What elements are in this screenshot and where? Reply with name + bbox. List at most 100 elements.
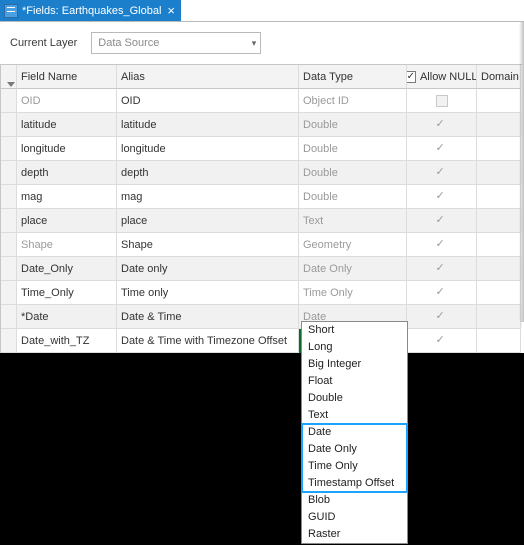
allow-null-header-checkbox[interactable]: ✓	[407, 71, 416, 83]
cell-allow-null[interactable]: ✓	[407, 161, 477, 185]
dropdown-item[interactable]: Date Only	[302, 441, 407, 458]
cell-domain[interactable]	[477, 89, 521, 113]
cell-allow-null[interactable]: ✓	[407, 305, 477, 329]
cell-data-type[interactable]: Object ID	[299, 89, 407, 113]
table-row[interactable]: ShapeShapeGeometry✓	[1, 233, 522, 257]
dropdown-item[interactable]: Time Only	[302, 458, 407, 475]
row-handle[interactable]	[1, 89, 17, 113]
table-row[interactable]: OIDOIDObject ID	[1, 89, 522, 113]
table-row[interactable]: *DateDate & TimeDate✓	[1, 305, 522, 329]
col-allow-null[interactable]: ✓ Allow NULL	[407, 65, 477, 89]
table-row[interactable]: depthdepthDouble✓	[1, 161, 522, 185]
row-handle[interactable]	[1, 329, 17, 353]
row-handle[interactable]	[1, 161, 17, 185]
cell-field-name[interactable]: longitude	[17, 137, 117, 161]
cell-domain[interactable]	[477, 305, 521, 329]
cell-data-type[interactable]: Double	[299, 185, 407, 209]
dropdown-item[interactable]: Float	[302, 373, 407, 390]
cell-domain[interactable]	[477, 209, 521, 233]
row-handle[interactable]	[1, 209, 17, 233]
dropdown-item[interactable]: Double	[302, 390, 407, 407]
cell-domain[interactable]	[477, 281, 521, 305]
cell-alias[interactable]: longitude	[117, 137, 299, 161]
cell-alias[interactable]: place	[117, 209, 299, 233]
table-row[interactable]: Date_OnlyDate onlyDate Only✓	[1, 257, 522, 281]
cell-data-type[interactable]: Double	[299, 137, 407, 161]
cell-field-name[interactable]: OID	[17, 89, 117, 113]
cell-field-name[interactable]: place	[17, 209, 117, 233]
table-row[interactable]: Date_with_TZDate & Time with Timezone Of…	[1, 329, 522, 353]
cell-allow-null[interactable]: ✓	[407, 281, 477, 305]
col-alias[interactable]: Alias	[117, 65, 299, 89]
cell-alias[interactable]: Date & Time with Timezone Offset	[117, 329, 299, 353]
cell-alias[interactable]: OID	[117, 89, 299, 113]
row-handle[interactable]	[1, 185, 17, 209]
cell-data-type[interactable]: Time Only	[299, 281, 407, 305]
cell-alias[interactable]: depth	[117, 161, 299, 185]
dropdown-item[interactable]: Big Integer	[302, 356, 407, 373]
cell-alias[interactable]: mag	[117, 185, 299, 209]
col-domain[interactable]: Domain	[477, 65, 521, 89]
cell-allow-null[interactable]: ✓	[407, 113, 477, 137]
row-handle[interactable]	[1, 281, 17, 305]
row-handle[interactable]	[1, 233, 17, 257]
cell-field-name[interactable]: Time_Only	[17, 281, 117, 305]
cell-domain[interactable]	[477, 161, 521, 185]
row-handle[interactable]	[1, 305, 17, 329]
data-source-combo[interactable]: Data Source ▾	[91, 32, 261, 54]
cell-data-type[interactable]: Geometry	[299, 233, 407, 257]
cell-allow-null[interactable]: ✓	[407, 185, 477, 209]
table-row[interactable]: latitudelatitudeDouble✓	[1, 113, 522, 137]
cell-allow-null[interactable]: ✓	[407, 329, 477, 353]
dropdown-item[interactable]: Long	[302, 339, 407, 356]
cell-field-name[interactable]: mag	[17, 185, 117, 209]
cell-domain[interactable]	[477, 233, 521, 257]
cell-data-type[interactable]: Date Only	[299, 257, 407, 281]
table-row[interactable]: longitudelongitudeDouble✓	[1, 137, 522, 161]
col-field-name[interactable]: Field Name	[17, 65, 117, 89]
check-icon: ✓	[436, 191, 448, 203]
cell-domain[interactable]	[477, 137, 521, 161]
cell-domain[interactable]	[477, 113, 521, 137]
cell-field-name[interactable]: Date_Only	[17, 257, 117, 281]
dropdown-item[interactable]: Short	[302, 322, 407, 339]
cell-alias[interactable]: Shape	[117, 233, 299, 257]
table-row[interactable]: Time_OnlyTime onlyTime Only✓	[1, 281, 522, 305]
row-handle[interactable]	[1, 257, 17, 281]
cell-domain[interactable]	[477, 257, 521, 281]
cell-allow-null[interactable]: ✓	[407, 137, 477, 161]
cell-alias[interactable]: Time only	[117, 281, 299, 305]
cell-allow-null[interactable]: ✓	[407, 209, 477, 233]
dropdown-item[interactable]: GUID	[302, 509, 407, 526]
col-data-type[interactable]: Data Type	[299, 65, 407, 89]
row-handle[interactable]	[1, 113, 17, 137]
cell-field-name[interactable]: Shape	[17, 233, 117, 257]
cell-field-name[interactable]: depth	[17, 161, 117, 185]
cell-data-type[interactable]: Text	[299, 209, 407, 233]
dropdown-item[interactable]: Date	[302, 424, 407, 441]
table-row[interactable]: magmagDouble✓	[1, 185, 522, 209]
cell-allow-null[interactable]: ✓	[407, 257, 477, 281]
cell-allow-null[interactable]	[407, 89, 477, 113]
cell-domain[interactable]	[477, 185, 521, 209]
tab-fields[interactable]: *Fields: Earthquakes_Global ×	[0, 0, 181, 21]
dropdown-item[interactable]: Raster	[302, 526, 407, 543]
cell-data-type[interactable]: Double	[299, 161, 407, 185]
data-type-dropdown[interactable]: ShortLongBig IntegerFloatDoubleTextDateD…	[301, 321, 408, 544]
row-selector-header[interactable]	[1, 65, 17, 89]
table-row[interactable]: placeplaceText✓	[1, 209, 522, 233]
dropdown-item[interactable]: Blob	[302, 492, 407, 509]
cell-field-name[interactable]: *Date	[17, 305, 117, 329]
dropdown-item[interactable]: Text	[302, 407, 407, 424]
cell-domain[interactable]	[477, 329, 521, 353]
dropdown-item[interactable]: Timestamp Offset	[302, 475, 407, 492]
cell-alias[interactable]: latitude	[117, 113, 299, 137]
cell-alias[interactable]: Date & Time	[117, 305, 299, 329]
cell-allow-null[interactable]: ✓	[407, 233, 477, 257]
cell-field-name[interactable]: latitude	[17, 113, 117, 137]
cell-field-name[interactable]: Date_with_TZ	[17, 329, 117, 353]
cell-alias[interactable]: Date only	[117, 257, 299, 281]
cell-data-type[interactable]: Double	[299, 113, 407, 137]
row-handle[interactable]	[1, 137, 17, 161]
close-icon[interactable]: ×	[165, 4, 177, 17]
